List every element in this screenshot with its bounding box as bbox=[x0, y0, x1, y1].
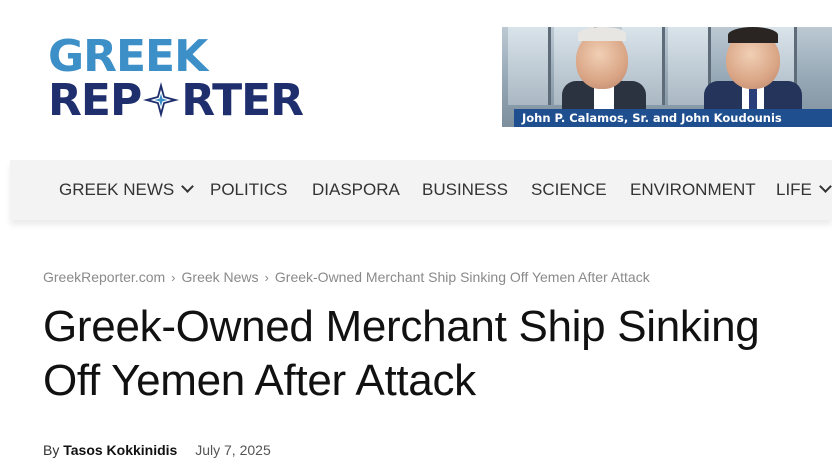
nav-item-diaspora[interactable]: DIASPORA bbox=[312, 160, 400, 220]
nav-item-business[interactable]: BUSINESS bbox=[422, 160, 508, 220]
banner-person-left bbox=[554, 27, 654, 111]
nav-item-label: DIASPORA bbox=[312, 180, 400, 199]
publish-date: July 7, 2025 bbox=[195, 442, 271, 458]
compass-star-icon bbox=[143, 81, 180, 119]
banner-ad[interactable]: John P. Calamos, Sr. and John Koudounis bbox=[502, 27, 832, 127]
page: GREEK REP RTER John P. Calamos, Sr. and … bbox=[0, 0, 832, 476]
nav-item-label: LIFE bbox=[776, 180, 812, 199]
page-title-line-2: Off Yemen After Attack bbox=[43, 356, 476, 405]
breadcrumb-home-link[interactable]: GreekReporter.com bbox=[43, 269, 165, 285]
breadcrumb-separator: › bbox=[264, 270, 269, 285]
breadcrumb-greek-news-link[interactable]: Greek News bbox=[182, 269, 259, 285]
page-title: Greek-Owned Merchant Ship Sinking Off Ye… bbox=[43, 300, 823, 408]
byline-prefix: By bbox=[43, 442, 60, 458]
site-logo[interactable]: GREEK REP RTER bbox=[48, 31, 348, 128]
page-title-line-1: Greek-Owned Merchant Ship Sinking bbox=[43, 302, 760, 351]
nav-item-label: SCIENCE bbox=[531, 180, 607, 199]
logo-line-greek: GREEK bbox=[48, 31, 208, 82]
chevron-down-icon bbox=[181, 180, 195, 193]
nav-item-label: GREEK NEWS bbox=[59, 180, 175, 199]
banner-person-right bbox=[698, 27, 808, 111]
author-link[interactable]: Tasos Kokkinidis bbox=[63, 442, 177, 458]
logo-text-rter: RTER bbox=[181, 75, 304, 126]
nav-item-label: POLITICS bbox=[210, 180, 288, 199]
banner-caption: John P. Calamos, Sr. and John Koudounis bbox=[514, 109, 832, 127]
hair bbox=[578, 27, 626, 41]
hair bbox=[728, 27, 778, 43]
banner-window bbox=[508, 27, 551, 105]
nav-item-label: BUSINESS bbox=[422, 180, 508, 199]
nav-item-label: ENVIRONMENT bbox=[630, 180, 756, 199]
nav-item-science[interactable]: SCIENCE bbox=[531, 160, 607, 220]
breadcrumb-separator: › bbox=[171, 270, 176, 285]
logo-text-rep: REP bbox=[48, 75, 142, 126]
nav-item-environment[interactable]: ENVIRONMENT bbox=[630, 160, 756, 220]
logo-line-reporter: REP RTER bbox=[48, 79, 348, 123]
breadcrumb-current: Greek-Owned Merchant Ship Sinking Off Ye… bbox=[274, 269, 650, 285]
main-nav: GREEK NEWS POLITICS DIASPORA BUSINESS SC… bbox=[10, 160, 832, 220]
nav-item-life[interactable]: LIFE bbox=[776, 160, 832, 220]
article-meta: By Tasos Kokkinidis July 7, 2025 bbox=[43, 442, 271, 458]
nav-item-politics[interactable]: POLITICS bbox=[210, 160, 287, 220]
chevron-down-icon bbox=[819, 180, 832, 193]
breadcrumb: GreekReporter.com › Greek News › Greek-Owned… bbox=[43, 269, 650, 285]
nav-item-greek-news[interactable]: GREEK NEWS bbox=[59, 160, 195, 220]
